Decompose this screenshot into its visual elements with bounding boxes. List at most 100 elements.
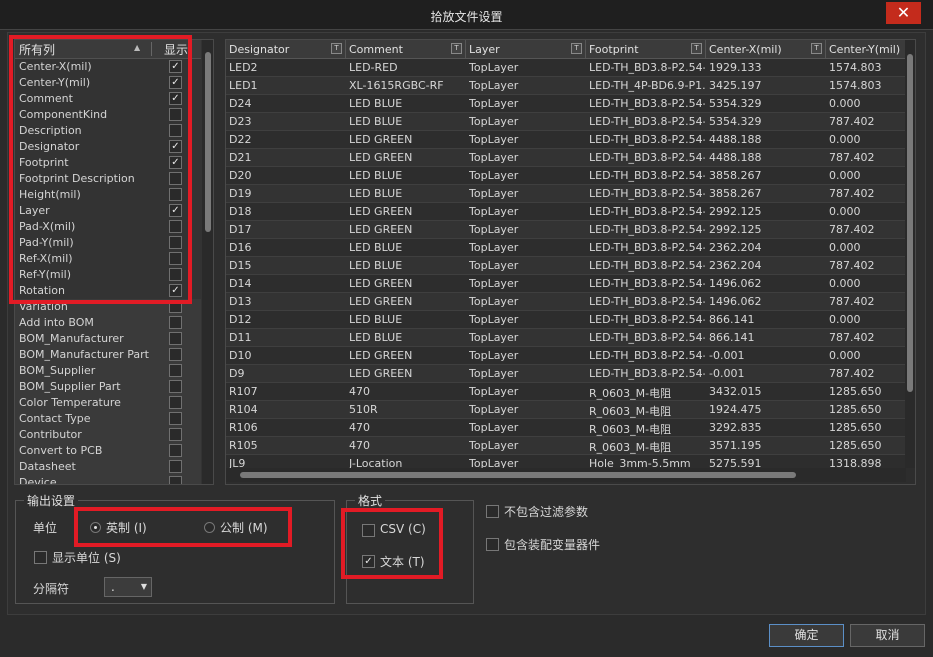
column-option-row[interactable]: Height(mil) [15, 187, 201, 203]
table-row[interactable]: D9 LED GREEN TopLayer LED-TH_BD3.8-P2.54-FD… [226, 365, 906, 383]
column-visible-checkbox[interactable] [169, 172, 182, 185]
column-visible-checkbox[interactable]: ✓ [169, 92, 182, 105]
column-header[interactable]: Center-Y(mil) [826, 40, 906, 59]
column-option-row[interactable]: Datasheet [15, 459, 201, 475]
ok-button[interactable]: 确定 [769, 624, 844, 647]
filter-icon[interactable]: T [571, 43, 582, 54]
column-visible-checkbox[interactable]: ✓ [169, 204, 182, 217]
column-header[interactable]: Designator T [226, 40, 346, 59]
column-option-row[interactable]: BOM_Supplier Part [15, 379, 201, 395]
table-row[interactable]: LED2 LED-RED TopLayer LED-TH_BD3.8-P2.54-FD… [226, 59, 906, 77]
csv-checkbox[interactable] [362, 524, 375, 537]
column-visible-checkbox[interactable] [169, 476, 182, 484]
table-row[interactable]: D15 LED BLUE TopLayer LED-TH_BD3.8-P2.54-FD… [226, 257, 906, 275]
show-units-label[interactable]: 显示单位 (S) [52, 549, 121, 566]
column-option-row[interactable]: Designator ✓ [15, 139, 201, 155]
exclude-filter-label[interactable]: 不包含过滤参数 [504, 503, 588, 520]
column-option-row[interactable]: Ref-X(mil) [15, 251, 201, 267]
column-option-row[interactable]: Ref-Y(mil) [15, 267, 201, 283]
table-row[interactable]: D14 LED GREEN TopLayer LED-TH_BD3.8-P2.54-F… [226, 275, 906, 293]
close-button[interactable]: ✕ [886, 2, 921, 24]
table-row[interactable]: R106 470 TopLayer R_0603_M-电阻 3292.835 1285.6… [226, 419, 906, 437]
table-horizontal-scroll-thumb[interactable] [240, 472, 796, 478]
column-option-row[interactable]: Color Temperature [15, 395, 201, 411]
filter-icon[interactable]: T [811, 43, 822, 54]
table-row[interactable]: D21 LED GREEN TopLayer LED-TH_BD3.8-P2.54-F… [226, 149, 906, 167]
table-row[interactable]: R105 470 TopLayer R_0603_M-电阻 3571.195 1285.6… [226, 437, 906, 455]
column-visible-checkbox[interactable]: ✓ [169, 76, 182, 89]
column-visible-checkbox[interactable] [169, 364, 182, 377]
column-list-scrollbar[interactable] [202, 40, 213, 484]
table-row[interactable]: D23 LED BLUE TopLayer LED-TH_BD3.8-P2.54-FD… [226, 113, 906, 131]
column-visible-checkbox[interactable] [169, 124, 182, 137]
table-horizontal-scrollbar[interactable] [226, 468, 906, 482]
table-row[interactable]: R107 470 TopLayer R_0603_M-电阻 3432.015 1285.6… [226, 383, 906, 401]
text-checkbox[interactable]: ✓ [362, 555, 375, 568]
include-variants-checkbox[interactable] [486, 538, 499, 551]
table-row[interactable]: R104 510R TopLayer R_0603_M-电阻 1924.475 1285.… [226, 401, 906, 419]
table-row[interactable]: D13 LED GREEN TopLayer LED-TH_BD3.8-P2.54-F… [226, 293, 906, 311]
column-option-row[interactable]: Layer ✓ [15, 203, 201, 219]
column-header[interactable]: Center-X(mil) T [706, 40, 826, 59]
separator-select[interactable]: . ▼ [104, 577, 152, 597]
column-option-row[interactable]: Pad-Y(mil) [15, 235, 201, 251]
column-option-row[interactable]: Description [15, 123, 201, 139]
column-option-row[interactable]: ComponentKind [15, 107, 201, 123]
column-visible-checkbox[interactable] [169, 460, 182, 473]
column-visible-checkbox[interactable] [169, 300, 182, 313]
column-option-row[interactable]: Convert to PCB [15, 443, 201, 459]
column-visible-checkbox[interactable] [169, 348, 182, 361]
all-columns-header[interactable]: 所有列 [19, 41, 55, 58]
column-option-row[interactable]: Center-Y(mil) ✓ [15, 75, 201, 91]
column-visible-checkbox[interactable] [169, 316, 182, 329]
column-visible-checkbox[interactable] [169, 396, 182, 409]
table-row[interactable]: D16 LED BLUE TopLayer LED-TH_BD3.8-P2.54-FD… [226, 239, 906, 257]
table-row[interactable]: D24 LED BLUE TopLayer LED-TH_BD3.8-P2.54-FD… [226, 95, 906, 113]
column-option-row[interactable]: Rotation ✓ [15, 283, 201, 299]
column-visible-checkbox[interactable]: ✓ [169, 140, 182, 153]
column-visible-checkbox[interactable] [169, 412, 182, 425]
table-row[interactable]: D17 LED GREEN TopLayer LED-TH_BD3.8-P2.54-F… [226, 221, 906, 239]
column-option-row[interactable]: BOM_Manufacturer Part [15, 347, 201, 363]
text-label[interactable]: 文本 (T) [380, 553, 425, 570]
table-row[interactable]: D19 LED BLUE TopLayer LED-TH_BD3.8-P2.54-FD… [226, 185, 906, 203]
column-header[interactable]: Footprint T [586, 40, 706, 59]
column-list-scroll-thumb[interactable] [205, 52, 211, 232]
sort-arrow-icon[interactable]: ▲ [134, 43, 140, 52]
column-option-row[interactable]: Add into BOM [15, 315, 201, 331]
column-option-row[interactable]: Pad-X(mil) [15, 219, 201, 235]
column-visible-checkbox[interactable] [169, 268, 182, 281]
column-visible-checkbox[interactable] [169, 380, 182, 393]
table-vertical-scroll-thumb[interactable] [907, 54, 913, 392]
table-row[interactable]: D11 LED BLUE TopLayer LED-TH_BD3.8-P2.54-FD… [226, 329, 906, 347]
column-option-row[interactable]: Center-X(mil) ✓ [15, 59, 201, 75]
column-option-row[interactable]: Variation [15, 299, 201, 315]
table-row[interactable]: D20 LED BLUE TopLayer LED-TH_BD3.8-P2.54-FD… [226, 167, 906, 185]
column-visible-checkbox[interactable] [169, 220, 182, 233]
table-row[interactable]: D10 LED GREEN TopLayer LED-TH_BD3.8-P2.54-F… [226, 347, 906, 365]
column-visible-checkbox[interactable] [169, 108, 182, 121]
metric-radio[interactable] [204, 522, 215, 533]
table-row[interactable]: D12 LED BLUE TopLayer LED-TH_BD3.8-P2.54-FD… [226, 311, 906, 329]
column-option-row[interactable]: BOM_Supplier [15, 363, 201, 379]
column-option-row[interactable]: Contributor [15, 427, 201, 443]
column-option-row[interactable]: Footprint ✓ [15, 155, 201, 171]
column-option-row[interactable]: Comment ✓ [15, 91, 201, 107]
column-header[interactable]: Comment T [346, 40, 466, 59]
column-visible-checkbox[interactable] [169, 428, 182, 441]
imperial-label[interactable]: 英制 (I) [106, 519, 147, 536]
table-vertical-scrollbar[interactable] [905, 40, 915, 468]
metric-label[interactable]: 公制 (M) [220, 519, 268, 536]
filter-icon[interactable]: T [691, 43, 702, 54]
filter-icon[interactable]: T [451, 43, 462, 54]
column-visible-checkbox[interactable]: ✓ [169, 284, 182, 297]
cancel-button[interactable]: 取消 [850, 624, 925, 647]
column-visible-checkbox[interactable]: ✓ [169, 156, 182, 169]
show-column-header[interactable]: 显示 [164, 41, 188, 58]
column-visible-checkbox[interactable]: ✓ [169, 60, 182, 73]
table-row[interactable]: LED1 XL-1615RGBC-RF TopLayer LED-TH_4P-BD6.… [226, 77, 906, 95]
column-visible-checkbox[interactable] [169, 332, 182, 345]
column-visible-checkbox[interactable] [169, 188, 182, 201]
table-row[interactable]: D18 LED GREEN TopLayer LED-TH_BD3.8-P2.54-F… [226, 203, 906, 221]
column-visible-checkbox[interactable] [169, 236, 182, 249]
